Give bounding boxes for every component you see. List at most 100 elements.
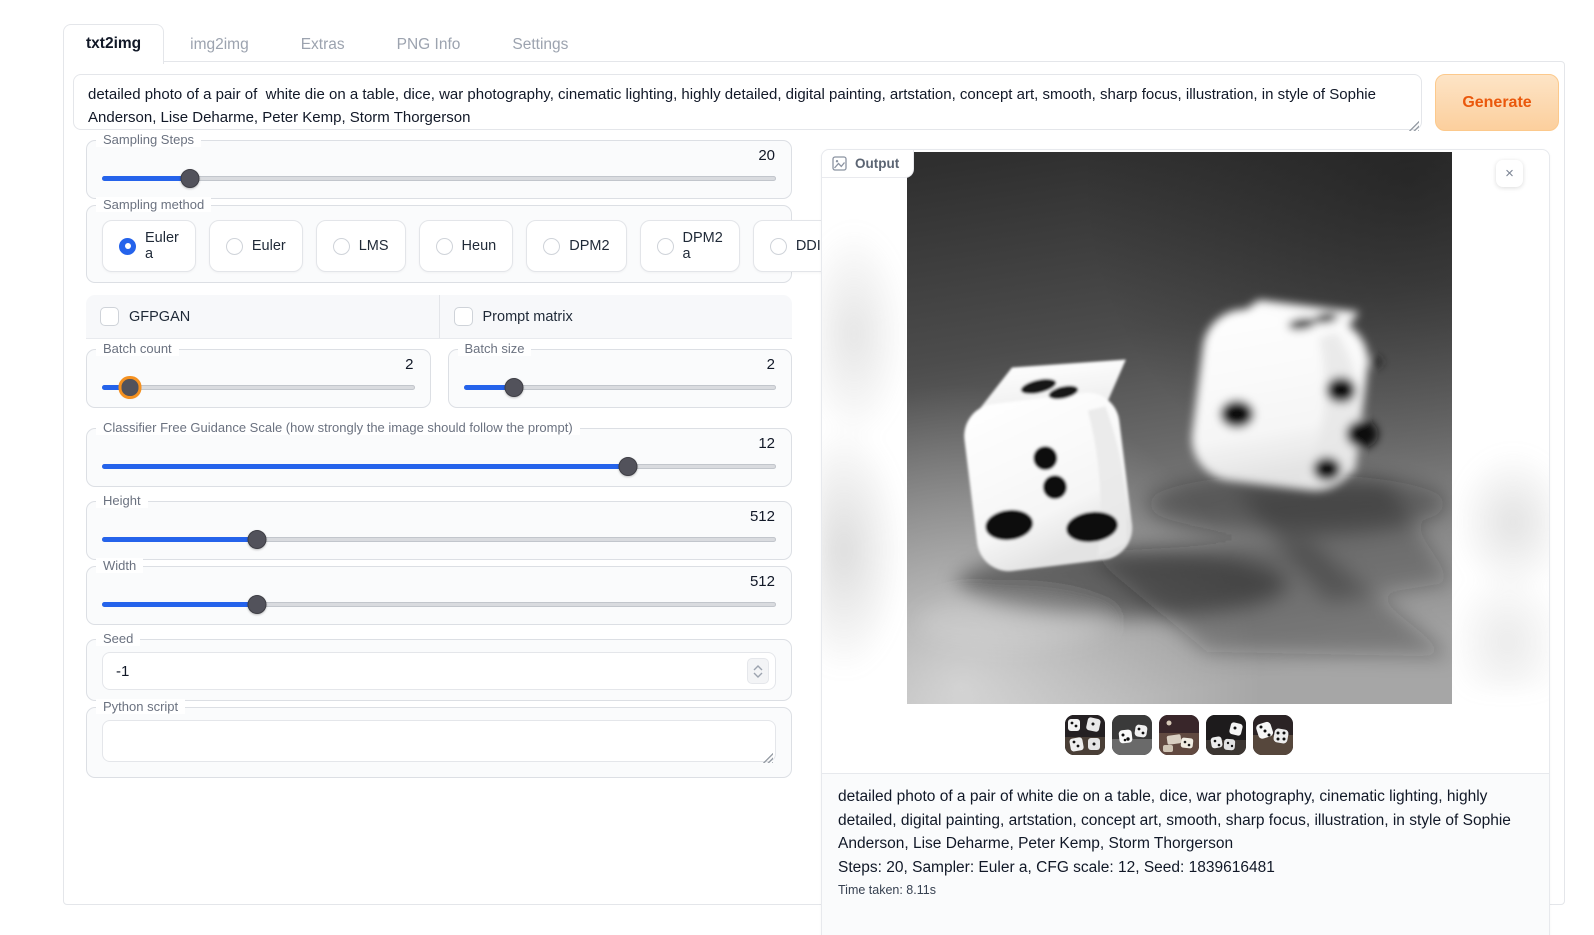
batch-size-fieldset: Batch size 2 <box>448 349 793 408</box>
slider-fill <box>102 464 628 469</box>
blurred-edge-left <box>822 190 914 670</box>
gfpgan-checkbox-cell[interactable]: GFPGAN <box>86 295 439 338</box>
sampling-method-fieldset: Sampling method Euler a Euler LMS Heun D… <box>86 205 792 283</box>
close-button[interactable]: × <box>1496 160 1523 187</box>
width-fieldset: Width 512 <box>86 566 792 625</box>
image-viewer <box>822 150 1549 707</box>
gallery-thumbnail-1[interactable] <box>1065 715 1105 755</box>
radio-label: LMS <box>359 238 389 254</box>
blurred-edge-right <box>1447 450 1549 690</box>
cfg-scale-value: 12 <box>102 435 775 452</box>
radio-dot-icon <box>226 238 243 255</box>
height-slider[interactable] <box>102 529 776 549</box>
radio-dot-icon <box>657 238 674 255</box>
slider-thumb[interactable] <box>504 378 523 397</box>
slider-track[interactable] <box>102 385 415 390</box>
gallery-thumbnail-5[interactable] <box>1253 715 1293 755</box>
sampling-steps-value: 20 <box>102 147 775 164</box>
radio-label: DPM2 <box>569 238 609 254</box>
gallery-thumbnail-2[interactable] <box>1112 715 1152 755</box>
gallery-thumbnail-3[interactable] <box>1159 715 1199 755</box>
python-script-label: Python script <box>96 699 185 714</box>
tab-settings[interactable]: Settings <box>486 26 594 64</box>
image-icon <box>832 156 847 171</box>
tab-img2img[interactable]: img2img <box>164 26 275 64</box>
tab-png-info[interactable]: PNG Info <box>371 26 487 64</box>
cfg-scale-slider[interactable] <box>102 456 776 476</box>
radio-dot-icon <box>333 238 350 255</box>
radio-dot-icon <box>543 238 560 255</box>
prompt-row: detailed photo of a pair of white die on… <box>73 74 1559 135</box>
batch-count-slider[interactable] <box>102 377 415 397</box>
seed-input[interactable] <box>102 652 776 690</box>
width-slider[interactable] <box>102 594 776 614</box>
seed-label: Seed <box>96 631 140 646</box>
batch-count-label: Batch count <box>96 341 179 356</box>
python-script-fieldset: Python script <box>86 707 792 778</box>
radio-dot-icon <box>119 238 136 255</box>
radio-label: DPM2 a <box>683 230 723 262</box>
slider-thumb[interactable] <box>180 169 199 188</box>
batch-count-fieldset: Batch count 2 <box>86 349 431 408</box>
controls-column: Sampling Steps 20 Sampling method Euler … <box>86 140 792 784</box>
gfpgan-checkbox[interactable] <box>100 307 119 326</box>
height-label: Height <box>96 493 148 508</box>
chevron-up-icon[interactable] <box>753 665 763 671</box>
batch-size-slider[interactable] <box>464 377 777 397</box>
radio-dot-icon <box>770 238 787 255</box>
gallery-thumbnails <box>1065 715 1293 755</box>
output-image[interactable] <box>907 152 1452 704</box>
tab-txt2img[interactable]: txt2img <box>63 24 164 64</box>
slider-thumb[interactable] <box>248 595 267 614</box>
sampling-method-label: Sampling method <box>96 197 211 212</box>
radio-euler-a[interactable]: Euler a <box>102 220 196 272</box>
tab-extras[interactable]: Extras <box>275 26 371 64</box>
sampling-method-options: Euler a Euler LMS Heun DPM2 DPM2 a DDIM … <box>102 220 776 272</box>
batch-size-label: Batch size <box>458 341 532 356</box>
height-fieldset: Height 512 <box>86 501 792 560</box>
prompt-matrix-label: Prompt matrix <box>483 309 573 325</box>
prompt-input[interactable]: detailed photo of a pair of white die on… <box>73 74 1422 130</box>
output-gallery: Output × <box>822 150 1549 774</box>
slider-fill <box>102 176 190 181</box>
txt2img-app: txt2img img2img Extras PNG Info Settings… <box>0 0 1594 935</box>
caption-params: Steps: 20, Sampler: Euler a, CFG scale: … <box>838 856 1533 880</box>
main-panel: detailed photo of a pair of white die on… <box>63 61 1565 905</box>
seed-stepper[interactable] <box>747 658 769 684</box>
width-value: 512 <box>102 573 775 590</box>
tab-bar: txt2img img2img Extras PNG Info Settings <box>63 24 594 64</box>
sampling-steps-label: Sampling Steps <box>96 132 201 147</box>
prompt-matrix-checkbox-cell[interactable]: Prompt matrix <box>439 295 793 338</box>
radio-dpm2[interactable]: DPM2 <box>526 220 626 272</box>
caption-time: Time taken: 8.11s <box>838 881 1533 900</box>
radio-euler[interactable]: Euler <box>209 220 303 272</box>
radio-label: Euler a <box>145 230 179 262</box>
slider-thumb[interactable] <box>121 378 140 397</box>
radio-dpm2-a[interactable]: DPM2 a <box>640 220 740 272</box>
slider-thumb[interactable] <box>248 530 267 549</box>
prompt-matrix-checkbox[interactable] <box>454 307 473 326</box>
chevron-down-icon[interactable] <box>753 672 763 678</box>
radio-heun[interactable]: Heun <box>419 220 514 272</box>
batch-size-value: 2 <box>464 356 776 373</box>
output-panel: Output × <box>821 149 1550 935</box>
toggles-panel: GFPGAN Prompt matrix <box>86 295 792 339</box>
slider-track[interactable] <box>102 176 776 181</box>
python-script-input[interactable] <box>102 720 776 762</box>
sampling-steps-slider[interactable] <box>102 168 776 188</box>
slider-fill <box>102 602 257 607</box>
radio-lms[interactable]: LMS <box>316 220 406 272</box>
slider-fill <box>102 537 257 542</box>
cfg-scale-label: Classifier Free Guidance Scale (how stro… <box>96 420 580 435</box>
cfg-scale-fieldset: Classifier Free Guidance Scale (how stro… <box>86 428 792 487</box>
gallery-thumbnail-4[interactable] <box>1206 715 1246 755</box>
output-header: Output <box>822 150 914 178</box>
radio-dot-icon <box>436 238 453 255</box>
sampling-steps-fieldset: Sampling Steps 20 <box>86 140 792 199</box>
height-value: 512 <box>102 508 775 525</box>
radio-label: Heun <box>462 238 497 254</box>
slider-thumb[interactable] <box>618 457 637 476</box>
generate-button[interactable]: Generate <box>1435 74 1559 131</box>
radio-label: Euler <box>252 238 286 254</box>
caption-prompt: detailed photo of a pair of white die on… <box>838 785 1533 856</box>
